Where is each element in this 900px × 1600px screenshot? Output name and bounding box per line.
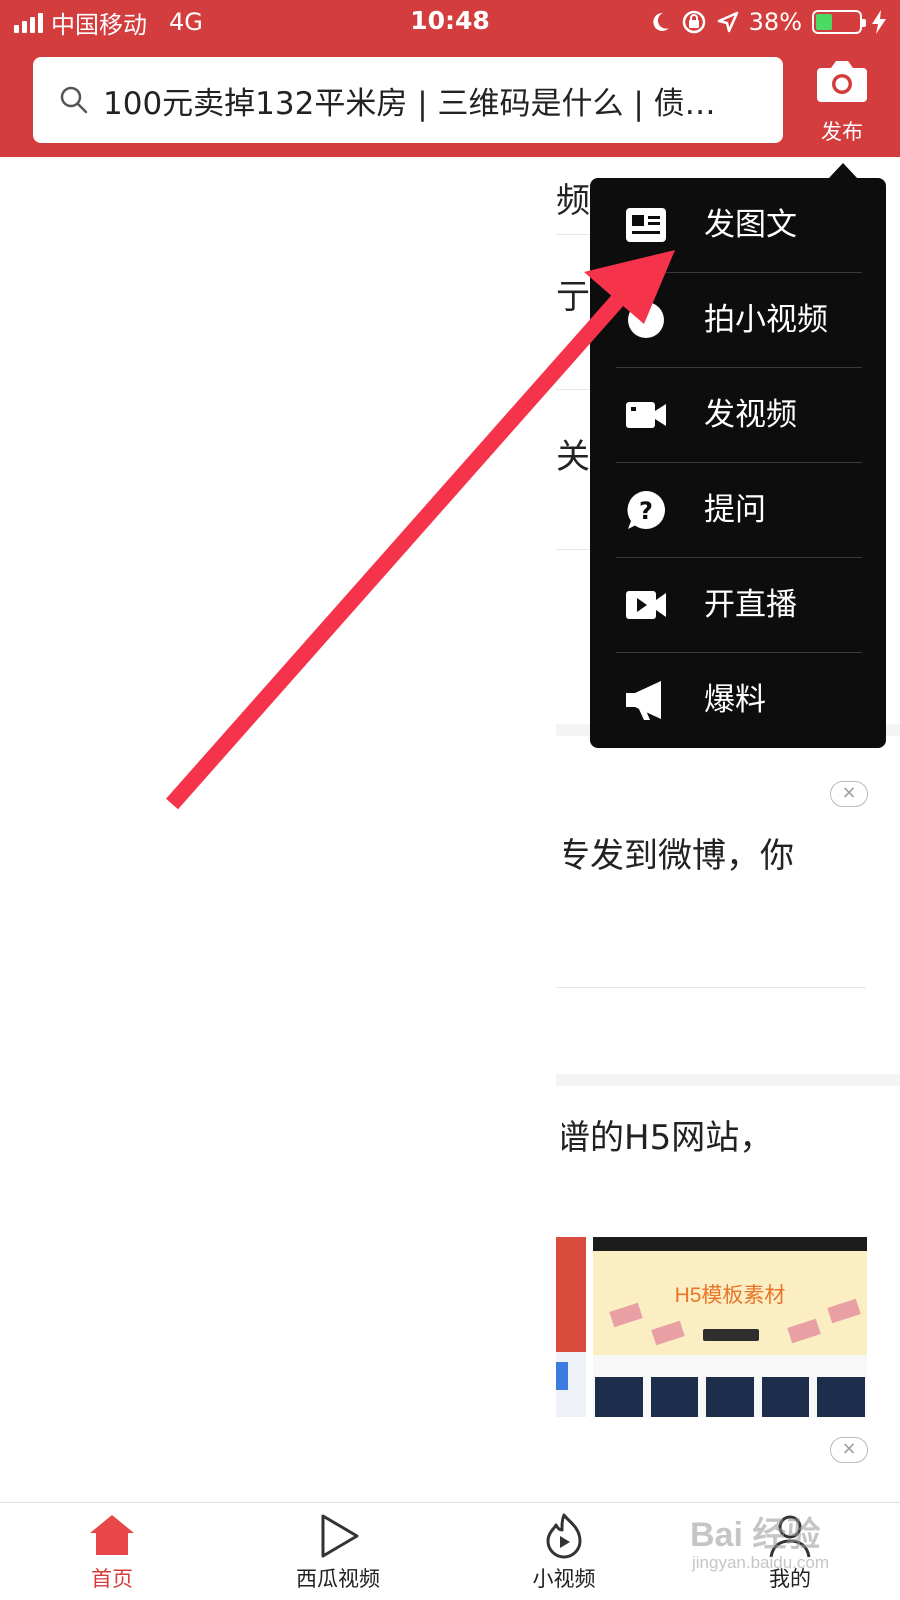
battery-percent: 38% — [748, 8, 802, 36]
feed-thumbnail[interactable] — [556, 1237, 586, 1417]
menu-item-label: 拍小视频 — [704, 302, 828, 338]
feed-item-title-fragment[interactable]: 谱的H5网站， — [562, 1110, 856, 1159]
question-bubble-icon: ? — [627, 491, 665, 529]
moon-icon — [652, 12, 669, 31]
publish-menu: 发图文 拍小视频 发视频 ? 提问 开直播 爆料 — [590, 178, 886, 748]
circle-icon — [628, 302, 664, 338]
thumbnail-banner-title: H5模板素材 — [674, 1284, 786, 1307]
menu-item-label: 发视频 — [704, 397, 797, 433]
search-bar[interactable]: 100元卖掉132平米房 | 三维码是什么 | 债… — [33, 57, 783, 143]
menu-item-label: 提问 — [704, 492, 766, 528]
article-icon — [626, 208, 666, 242]
popup-caret — [828, 163, 858, 179]
dismiss-button[interactable]: × — [830, 1437, 868, 1463]
menu-item-go-live[interactable]: 开直播 — [590, 558, 886, 653]
tab-short-video[interactable]: 小视频 — [474, 1503, 654, 1600]
search-icon — [60, 86, 88, 114]
top-header: 中国移动 4G 10:48 38% 100元卖掉132平米房 | 三维码是什么 … — [0, 0, 900, 157]
section-gap — [556, 1074, 900, 1086]
feed-thumbnail[interactable]: H5模板素材 — [593, 1237, 867, 1417]
tab-label: 首页 — [91, 1567, 133, 1591]
status-bar: 中国移动 4G 10:48 38% — [0, 0, 900, 44]
menu-item-label: 发图文 — [704, 207, 797, 243]
video-camera-icon — [626, 402, 666, 428]
search-suggestion-text: 100元卖掉132平米房 | 三维码是什么 | 债… — [103, 85, 716, 122]
menu-item-tip-off[interactable]: 爆料 — [590, 653, 886, 748]
battery-icon — [812, 10, 866, 34]
megaphone-icon — [626, 681, 661, 720]
dismiss-button[interactable]: × — [830, 781, 868, 807]
home-icon — [90, 1515, 134, 1555]
menu-item-post-video[interactable]: 发视频 — [590, 368, 886, 463]
tab-label: 小视频 — [532, 1567, 596, 1591]
feed-item-title-fragment[interactable]: 专发到微博，你 — [564, 828, 856, 877]
menu-item-post-article[interactable]: 发图文 — [590, 178, 886, 273]
camera-icon — [817, 61, 867, 102]
menu-item-shoot-short-video[interactable]: 拍小视频 — [590, 273, 886, 368]
watermark-brand: Bai 经验 — [690, 1516, 821, 1554]
tab-label: 西瓜视频 — [296, 1567, 380, 1591]
location-arrow-icon — [717, 11, 738, 33]
menu-item-label: 爆料 — [704, 682, 766, 718]
menu-item-label: 开直播 — [704, 587, 797, 623]
watermark-url: jingyan.baidu.com — [692, 1553, 830, 1572]
charging-bolt-icon — [872, 10, 886, 34]
tab-xigua-video[interactable]: 西瓜视频 — [248, 1503, 428, 1600]
svg-text:?: ? — [639, 497, 653, 525]
menu-item-ask-question[interactable]: ? 提问 — [590, 463, 886, 558]
publish-button[interactable]: 发布 — [808, 56, 876, 146]
live-play-icon — [626, 591, 666, 619]
play-icon — [321, 1514, 359, 1558]
watermark: Bai 经验 jingyan.baidu.com — [690, 1493, 870, 1593]
publish-label: 发布 — [821, 120, 863, 144]
flame-play-icon — [546, 1513, 582, 1559]
rotation-lock-icon — [682, 10, 705, 34]
divider — [556, 987, 866, 988]
tab-home[interactable]: 首页 — [22, 1503, 202, 1600]
